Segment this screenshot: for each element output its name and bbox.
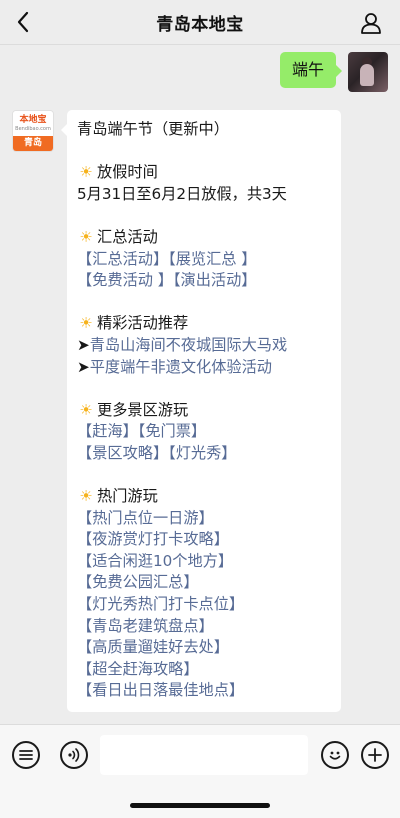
sun-icon: ☀ <box>79 487 93 506</box>
emoji-button[interactable] <box>321 741 349 769</box>
scenic-row: 【景区攻略】【灯光秀】 <box>77 443 331 465</box>
outgoing-message-bubble[interactable]: 端午 <box>279 52 343 88</box>
link-beach-combing[interactable]: 【赶海】 <box>77 422 138 440</box>
featured-item: ➤青岛山海间不夜城国际大马戏 <box>77 335 288 354</box>
outgoing-message-row: 端午 <box>279 52 388 92</box>
voice-icon <box>68 748 80 762</box>
plus-icon <box>368 748 382 762</box>
plus-button[interactable] <box>361 741 389 769</box>
link-performances[interactable]: 【演出活动】 <box>173 271 257 289</box>
hot-link-item[interactable]: 【高质量遛娃好去处】 <box>77 637 331 659</box>
message-input[interactable] <box>100 735 308 775</box>
link-exhibitions[interactable]: 【展览汇总 】 <box>168 250 256 268</box>
sun-icon: ☀ <box>79 400 93 419</box>
hot-link-item[interactable]: 【灯光秀热门打卡点位】 <box>77 594 331 616</box>
chat-title: 青岛本地宝 <box>156 14 244 35</box>
hot-link-item[interactable]: 【看日出日落最佳地点】 <box>77 680 331 702</box>
back-button[interactable] <box>8 7 38 37</box>
section-heading-hot: ☀ 热门游玩 <box>77 486 331 508</box>
scenic-row: 【赶海】【免门票】 <box>77 421 331 443</box>
link-heritage-event[interactable]: 平度端午非遗文化体验活动 <box>90 358 272 376</box>
sun-icon: ☀ <box>79 163 93 182</box>
summary-row: 【免费活动 】【演出活动】 <box>77 270 331 292</box>
bot-logo-text: 本地宝 <box>19 115 47 125</box>
hot-link-item[interactable]: 【青岛老建筑盘点】 <box>77 616 331 638</box>
section-heading-featured: ☀ 精彩活动推荐 <box>77 313 331 335</box>
chat-header: 青岛本地宝 <box>0 0 400 45</box>
home-indicator[interactable] <box>130 803 270 808</box>
incoming-message-row: 本地宝 Bendibao.com 青岛 青岛端午节（更新中） ☀ 放假时间 5月3… <box>12 110 341 713</box>
my-avatar[interactable] <box>348 52 388 92</box>
sun-icon: ☀ <box>79 227 93 246</box>
bot-avatar[interactable]: 本地宝 Bendibao.com 青岛 <box>12 110 54 152</box>
message-title: 青岛端午节（更新中） <box>77 120 229 138</box>
hot-link-item[interactable]: 【夜游赏灯打卡攻略】 <box>77 529 331 551</box>
hot-link-item[interactable]: 【超全赶海攻略】 <box>77 659 331 681</box>
link-scenic-guide[interactable]: 【景区攻略】 <box>77 444 168 462</box>
link-free-activities[interactable]: 【免费活动 】 <box>77 271 173 289</box>
link-circus[interactable]: 青岛山海间不夜城国际大马戏 <box>90 336 287 354</box>
menu-list-icon <box>19 750 33 760</box>
menu-button[interactable] <box>12 741 40 769</box>
hot-link-item[interactable]: 【免费公园汇总】 <box>77 572 331 594</box>
profile-button[interactable] <box>356 8 386 38</box>
link-free-tickets[interactable]: 【免门票】 <box>138 422 206 440</box>
sun-icon: ☀ <box>79 314 93 333</box>
summary-row: 【汇总活动】【展览汇总 】 <box>77 249 331 271</box>
emoji-icon <box>329 751 341 760</box>
bot-city-label: 青岛 <box>13 136 53 151</box>
section-heading-holiday: ☀ 放假时间 <box>77 162 331 184</box>
link-light-show[interactable]: 【灯光秀】 <box>168 444 236 462</box>
user-icon <box>361 13 381 34</box>
section-heading-scenic: ☀ 更多景区游玩 <box>77 400 331 422</box>
chevron-left-icon <box>17 11 29 33</box>
incoming-message-bubble: 青岛端午节（更新中） ☀ 放假时间 5月31日至6月2日放假，共3天 ☀ 汇总活动 … <box>61 110 341 713</box>
holiday-text: 5月31日至6月2日放假，共3天 <box>77 184 287 203</box>
hot-link-item[interactable]: 【适合闲逛10个地方】 <box>77 551 331 573</box>
hot-link-item[interactable]: 【热门点位一日游】 <box>77 508 331 530</box>
section-heading-summary: ☀ 汇总活动 <box>77 227 331 249</box>
voice-button[interactable] <box>60 741 88 769</box>
link-summary-activities[interactable]: 【汇总活动】 <box>77 250 168 268</box>
featured-item: ➤平度端午非遗文化体验活动 <box>77 357 272 376</box>
bot-site-text: Bendibao.com <box>15 126 51 132</box>
